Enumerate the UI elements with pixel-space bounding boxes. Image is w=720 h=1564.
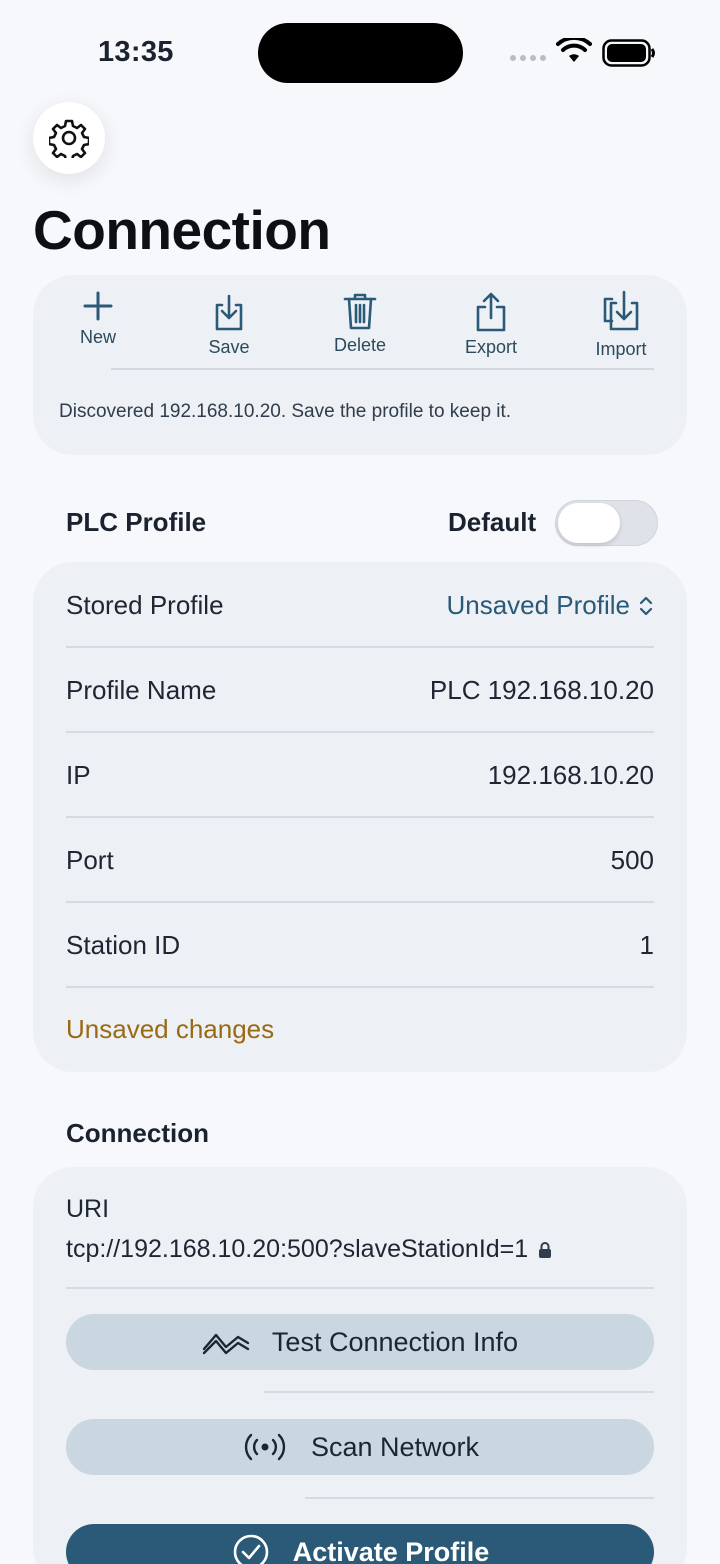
settings-button[interactable] [33,102,105,174]
button-divider [264,1391,654,1393]
activate-profile-button[interactable]: Activate Profile [66,1524,654,1564]
ip-row[interactable]: IP 192.168.10.20 [66,733,654,818]
test-connection-label: Test Connection Info [271,1326,519,1357]
checkmark-circle-icon [233,1534,268,1564]
port-label: Port [66,845,114,875]
save-label: Save [208,337,250,357]
toggle-knob [558,503,620,543]
page-title: Connection [33,199,331,261]
default-toggle[interactable] [555,500,658,546]
activate-profile-label: Activate Profile [292,1536,490,1564]
dynamic-island [258,23,463,83]
cellular-signal-icon [510,55,546,61]
plus-icon [83,291,113,321]
stored-profile-row[interactable]: Stored Profile Unsaved Profile [66,563,654,648]
scan-network-label: Scan Network [310,1431,480,1462]
stored-profile-picker[interactable]: Unsaved Profile [446,590,654,621]
export-label: Export [464,337,518,357]
status-bar: 13:35 [0,0,720,100]
discovery-message: Discovered 192.168.10.20. Save the profi… [59,401,512,422]
trash-icon [343,293,377,330]
plc-profile-section-title: PLC Profile [66,507,207,537]
delete-label: Delete [333,335,387,355]
default-toggle-label: Default [448,507,537,537]
new-label: New [79,327,116,347]
broadcast-icon [244,1433,286,1461]
profile-name-label: Profile Name [66,675,217,705]
stored-profile-label: Stored Profile [66,590,224,620]
uri-label: URI [66,1195,110,1223]
scan-network-button[interactable]: Scan Network [66,1419,654,1475]
tray-download-icon [215,294,243,331]
unsaved-changes-status: Unsaved changes [66,1014,275,1044]
connection-section-title: Connection [66,1118,209,1148]
export-button[interactable]: Export [441,289,541,358]
station-id-row[interactable]: Station ID 1 [66,903,654,988]
save-button[interactable]: Save [179,289,279,358]
profile-name-row[interactable]: Profile Name PLC 192.168.10.20 [66,648,654,733]
battery-icon [602,39,655,67]
toolbar-divider [111,368,654,370]
uri-value: tcp://192.168.10.20:500?slaveStationId=1 [66,1235,552,1264]
uri-text: tcp://192.168.10.20:500?slaveStationId=1 [66,1235,529,1263]
share-icon [476,292,506,332]
stored-profile-value: Unsaved Profile [446,590,630,620]
profile-name-field[interactable]: PLC 192.168.10.20 [430,675,654,706]
connection-card: URI tcp://192.168.10.20:500?slaveStation… [33,1167,687,1564]
port-row[interactable]: Port 500 [66,818,654,903]
port-field[interactable]: 500 [611,845,654,876]
test-connection-button[interactable]: Test Connection Info [66,1314,654,1370]
import-icon [603,290,639,331]
ip-field[interactable]: 192.168.10.20 [488,760,654,791]
station-id-field[interactable]: 1 [640,930,654,961]
button-divider [305,1497,654,1499]
new-button[interactable]: New [48,289,148,348]
delete-button[interactable]: Delete [310,289,410,356]
status-time: 13:35 [98,36,174,68]
row-divider [66,1287,654,1289]
import-button[interactable]: Import [571,289,671,360]
gear-icon [49,119,89,158]
import-label: Import [595,339,647,359]
profile-actions-toolbar: New Save Delete Export Import Discovered… [33,275,687,455]
station-id-label: Station ID [66,930,181,960]
chevron-up-down-icon [639,596,653,615]
row-divider [66,986,654,988]
ip-label: IP [66,760,91,790]
waveform-icon [202,1333,250,1355]
plc-profile-card: Stored Profile Unsaved Profile Profile N… [33,562,687,1072]
lock-icon [539,1241,552,1258]
wifi-icon [556,38,592,62]
